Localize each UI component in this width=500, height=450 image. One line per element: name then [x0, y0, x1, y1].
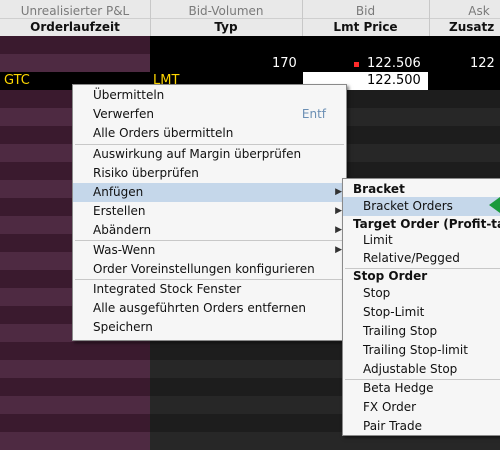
header-top-label: Bid [355, 4, 376, 18]
menu-item-label: Anfügen [93, 185, 144, 199]
menu-item-label: Relative/Pegged [363, 251, 460, 265]
menu-item-label: Bracket Orders [363, 199, 453, 213]
menu-item-label: Alle ausgeführten Orders entfernen [93, 301, 306, 315]
menu-item-alle-orders-uebermitteln[interactable]: Alle Orders übermitteln [73, 124, 346, 143]
menu-item-label: Übermitteln [93, 88, 165, 102]
menu-item-speichern[interactable]: Speichern [73, 318, 346, 337]
order-tif-cell[interactable]: GTC [4, 73, 30, 88]
menu-item-erstellen[interactable]: Erstellen ▶ [73, 202, 346, 221]
menu-item-label: Alle Orders übermitteln [93, 126, 234, 140]
header-zusatz[interactable]: Ask Zusatz [429, 0, 500, 36]
submenu-item-limit[interactable]: Limit [343, 231, 500, 250]
submenu-arrow-icon: ▶ [335, 187, 342, 197]
header-top-label: Ask [468, 4, 490, 18]
submenu-item-trailing-stop[interactable]: Trailing Stop [343, 322, 500, 341]
menu-item-label: Beta Hedge [363, 381, 434, 395]
submenu-item-stop[interactable]: Stop [343, 284, 500, 303]
context-menu: Übermitteln Verwerfen Entf Alle Orders üb… [72, 84, 347, 341]
menu-item-uebermitteln[interactable]: Übermitteln [73, 86, 346, 105]
menu-item-label: Trailing Stop [363, 324, 438, 338]
column-header: Unrealisierter P&L Orderlaufzeit Bid-Vol… [0, 0, 500, 36]
active-selection-marker-icon [489, 197, 500, 213]
menu-item-order-voreinstellungen[interactable]: Order Voreinstellungen konfigurieren [73, 260, 346, 279]
menu-item-label: Integrated Stock Fenster [93, 282, 242, 296]
submenu-item-adjustable-stop[interactable]: Adjustable Stop [343, 360, 500, 379]
header-top-label: Unrealisierter P&L [20, 4, 130, 18]
menu-item-label: Verwerfen [93, 107, 154, 121]
header-orderlaufzeit[interactable]: Unrealisierter P&L Orderlaufzeit [0, 0, 151, 36]
menu-item-label: Risiko überprüfen [93, 166, 199, 180]
menu-item-label: Auswirkung auf Margin überprüfen [93, 147, 302, 161]
menu-item-label: Erstellen [93, 204, 146, 218]
submenu-item-bracket-orders[interactable]: Bracket Orders [343, 197, 500, 216]
menu-item-integrated-stock-fenster[interactable]: Integrated Stock Fenster [73, 280, 346, 299]
menu-item-was-wenn[interactable]: Was-Wenn ▶ [73, 241, 346, 260]
menu-item-label: Adjustable Stop [363, 362, 458, 376]
menu-item-label: Order Voreinstellungen konfigurieren [93, 262, 315, 276]
header-typ[interactable]: Bid-Volumen Typ [150, 0, 303, 36]
submenu-arrow-icon: ▶ [335, 225, 342, 235]
menu-item-abaendern[interactable]: Abändern ▶ [73, 221, 346, 240]
submenu-item-beta-hedge[interactable]: Beta Hedge [343, 379, 500, 398]
header-top-label: Bid-Volumen [188, 4, 264, 18]
menu-item-label: Speichern [93, 320, 153, 334]
menu-item-margin-pruefen[interactable]: Auswirkung auf Margin überprüfen [73, 145, 346, 164]
tick-down-icon [354, 62, 359, 67]
menu-item-anfuegen[interactable]: Anfügen ▶ [73, 183, 346, 202]
bid-size-cell[interactable]: 170 [272, 56, 297, 71]
ask-price-cell[interactable]: 122 [470, 56, 495, 71]
submenu-arrow-icon: ▶ [335, 245, 342, 255]
menu-item-label: FX Order [363, 400, 417, 414]
header-bottom-label: Orderlaufzeit [30, 20, 120, 34]
header-lmt-price[interactable]: Bid Lmt Price [302, 0, 430, 36]
menu-item-label: Trailing Stop-limit [363, 343, 468, 357]
menu-item-verwerfen[interactable]: Verwerfen Entf [73, 105, 346, 124]
limit-price-value: 122.500 [367, 73, 421, 88]
menu-item-label: Limit [363, 233, 393, 247]
menu-item-label: Stop-Limit [363, 305, 425, 319]
menu-item-label: Stop [363, 286, 391, 300]
bid-price-cell[interactable]: 122.506 [367, 56, 421, 71]
menu-item-risiko-pruefen[interactable]: Risiko überprüfen [73, 164, 346, 183]
header-bottom-label: Lmt Price [333, 20, 398, 34]
menu-item-label: Abändern [93, 223, 152, 237]
shortcut-label: Entf [301, 107, 326, 121]
submenu-arrow-icon: ▶ [335, 206, 342, 216]
submenu-item-trailing-stop-limit[interactable]: Trailing Stop-limit [343, 341, 500, 360]
submenu-item-relative-pegged[interactable]: Relative/Pegged [343, 249, 500, 268]
menu-item-label: Was-Wenn [93, 243, 156, 257]
header-bottom-label: Zusatz [449, 20, 495, 34]
submenu-item-stop-limit[interactable]: Stop-Limit [343, 303, 500, 322]
submenu-item-fx-order[interactable]: FX Order [343, 398, 500, 417]
menu-item-ausgefuehrte-orders-entfernen[interactable]: Alle ausgeführten Orders entfernen [73, 299, 346, 318]
header-bottom-label: Typ [214, 20, 238, 34]
submenu-item-pair-trade[interactable]: Pair Trade [343, 417, 500, 436]
attach-submenu: Bracket Bracket Orders Target Order (Pro… [342, 178, 500, 436]
menu-item-label: Pair Trade [363, 419, 422, 433]
